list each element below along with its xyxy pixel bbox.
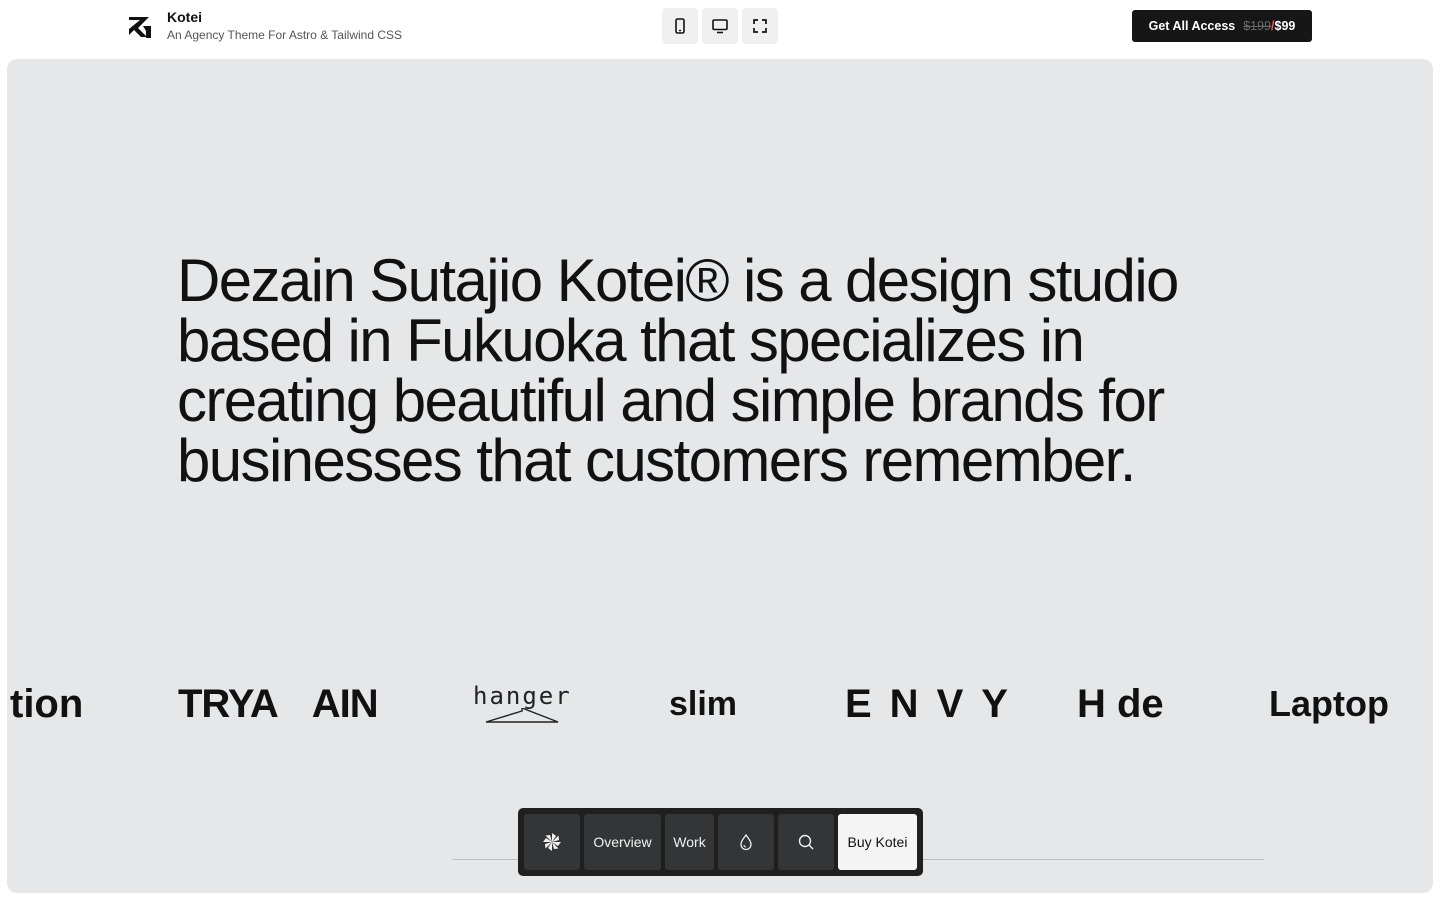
search-icon <box>798 834 814 850</box>
mobile-icon <box>675 18 685 34</box>
mobile-view-button[interactable] <box>662 8 698 44</box>
brand[interactable]: Kotei An Agency Theme For Astro & Tailwi… <box>127 9 402 44</box>
preview-frame: Dezain Sutajio Kotei® is a design studio… <box>7 59 1433 893</box>
client-logo: Laptop <box>1269 683 1389 724</box>
hero-statement: Dezain Sutajio Kotei® is a design studio… <box>177 247 1179 494</box>
client-logo: TRYA AIN <box>178 669 379 739</box>
pinwheel-logo-icon <box>543 833 561 851</box>
cta-price: $199/$99 <box>1243 19 1295 33</box>
top-bar: Kotei An Agency Theme For Astro & Tailwi… <box>0 0 1440 58</box>
nav-work[interactable]: Work <box>665 814 714 870</box>
client-logo: slim <box>669 684 738 723</box>
old-price: $199 <box>1243 19 1272 33</box>
kotei-logo-icon <box>129 17 151 38</box>
cta-label: Get All Access <box>1148 19 1236 33</box>
new-price: $99 <box>1274 19 1296 33</box>
brand-name: Kotei <box>167 9 202 25</box>
brand-text: Kotei An Agency Theme For Astro & Tailwi… <box>167 9 402 44</box>
desktop-icon <box>712 19 728 34</box>
client-logos: tion TRYA AIN hanger slim ENVY H de Lapto… <box>7 669 1433 739</box>
client-logo-text: AIN <box>311 681 379 726</box>
nav-overview[interactable]: Overview <box>584 814 661 870</box>
client-logo: ENVY <box>845 681 1026 726</box>
client-logo-hanger: hanger <box>473 669 572 739</box>
bottom-nav: Overview Work Buy Kotei <box>518 808 923 876</box>
fullscreen-icon <box>753 19 767 33</box>
hanger-icon <box>486 708 559 723</box>
desktop-view-button[interactable] <box>702 8 738 44</box>
client-logo: H de <box>1077 681 1164 726</box>
client-logo-text: hanger <box>473 682 572 710</box>
nav-home-button[interactable] <box>524 814 580 870</box>
fullscreen-view-button[interactable] <box>742 8 778 44</box>
droplet-icon <box>740 833 752 851</box>
buy-kotei-button[interactable]: Buy Kotei <box>838 814 917 870</box>
brand-tagline: An Agency Theme For Astro & Tailwind CSS <box>167 28 403 42</box>
get-all-access-button[interactable]: Get All Access $199/$99 <box>1132 10 1312 42</box>
client-logo: tion <box>10 681 84 726</box>
search-button[interactable] <box>778 814 834 870</box>
device-switcher <box>662 8 778 44</box>
theme-toggle-button[interactable] <box>718 814 774 870</box>
client-logo-text: TRYA <box>178 681 279 726</box>
